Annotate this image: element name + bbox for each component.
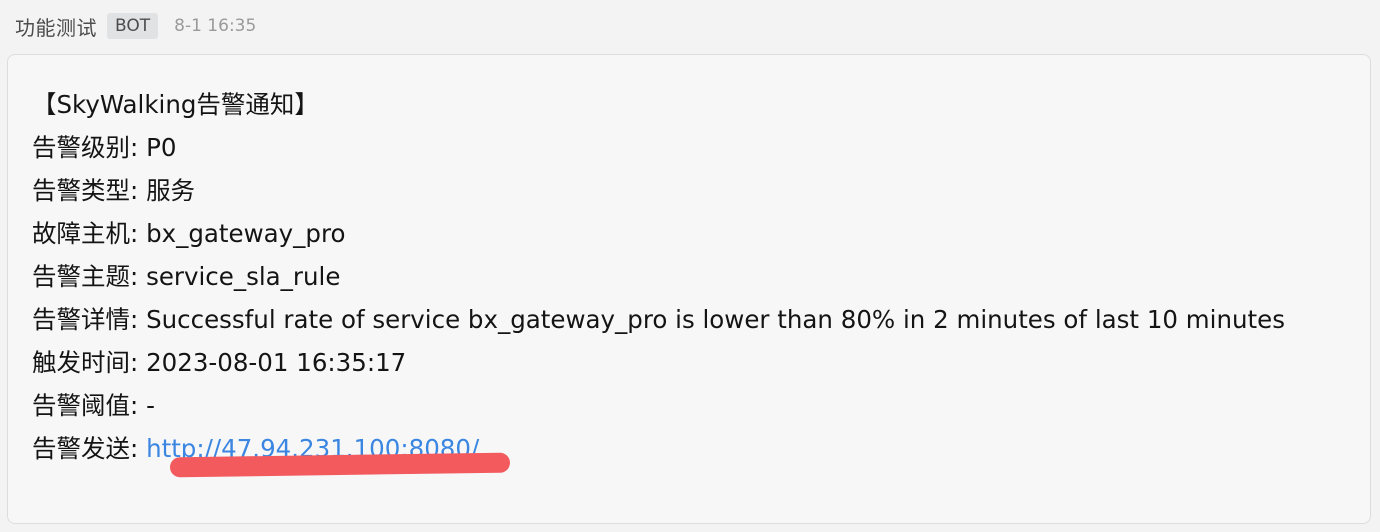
alert-field-detail: 告警详情: Successful rate of service bx_gate… (32, 298, 1285, 341)
alert-field-topic: 告警主题: service_sla_rule (32, 255, 1285, 298)
field-label: 告警详情: (32, 305, 139, 334)
field-value: Successful rate of service bx_gateway_pr… (146, 305, 1285, 334)
field-label: 告警级别: (32, 133, 139, 162)
bot-badge: BOT (107, 13, 159, 39)
chat-window: 功能测试 BOT 8-1 16:35 【SkyWalking告警通知】 告警级别… (0, 0, 1380, 532)
field-label: 告警发送: (32, 434, 139, 463)
alert-field-trigger-time: 触发时间: 2023-08-01 16:35:17 (32, 341, 1285, 384)
field-label: 故障主机: (32, 219, 139, 248)
alert-field-threshold: 告警阈值: - (32, 384, 1285, 427)
alert-field-type: 告警类型: 服务 (32, 169, 1285, 212)
field-value: service_sla_rule (146, 262, 341, 291)
message-header: 功能测试 BOT 8-1 16:35 (15, 10, 256, 42)
field-value: P0 (146, 133, 177, 162)
field-value: 2023-08-01 16:35:17 (146, 348, 407, 377)
field-value: 服务 (146, 176, 196, 205)
alert-content: 【SkyWalking告警通知】 告警级别: P0 告警类型: 服务 故障主机:… (32, 83, 1285, 478)
message-timestamp: 8-1 16:35 (174, 16, 257, 36)
field-label: 告警阈值: (32, 391, 139, 420)
message-bubble[interactable]: 【SkyWalking告警通知】 告警级别: P0 告警类型: 服务 故障主机:… (7, 54, 1371, 524)
field-label: 触发时间: (32, 348, 139, 377)
alert-field-host: 故障主机: bx_gateway_pro (32, 212, 1285, 255)
field-value: bx_gateway_pro (146, 219, 346, 248)
field-label: 告警主题: (32, 262, 139, 291)
alert-title: 【SkyWalking告警通知】 (32, 90, 319, 119)
field-value: - (146, 391, 155, 420)
field-label: 告警类型: (32, 176, 139, 205)
redaction-mark (169, 452, 511, 478)
sender-name[interactable]: 功能测试 (15, 12, 97, 41)
alert-field-level: 告警级别: P0 (32, 126, 1285, 169)
